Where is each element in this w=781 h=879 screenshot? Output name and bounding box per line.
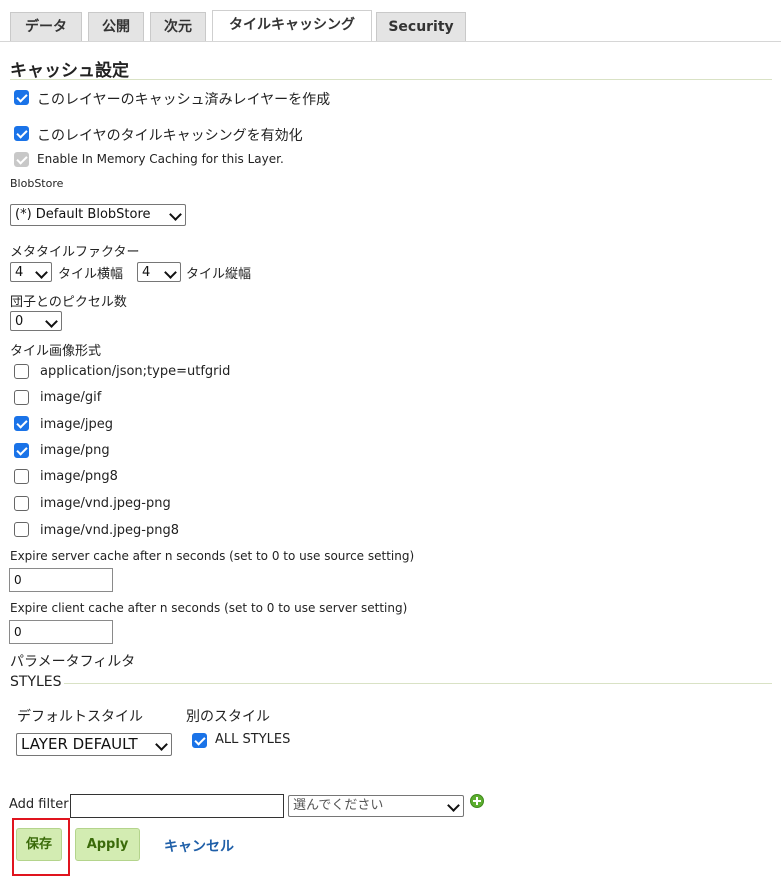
param-filter-label: パラメータフィルタ [10,654,136,670]
format-label: application/json;type=utfgrid [40,364,231,379]
tab-bar: データ 公開 次元 タイルキャッシング Security [0,0,781,42]
format-checkbox-png8[interactable] [14,469,29,484]
format-label: image/jpeg [40,417,113,432]
add-filter-icon[interactable] [470,794,484,808]
enable-tile-caching-checkbox[interactable] [14,126,29,141]
all-styles-label: ALL STYLES [215,732,291,747]
default-style-select[interactable]: LAYER DEFAULT [16,733,172,756]
gutter-value: 0 [15,314,24,329]
metatile-height-value: 4 [142,265,151,280]
blobstore-label: BlobStore [10,177,64,190]
chevron-down-icon [164,266,177,279]
default-style-label: デフォルトスタイル [17,709,143,725]
section-title-cache: キャッシュ設定 [10,61,129,81]
apply-button[interactable]: Apply [75,828,140,861]
format-label: image/vnd.jpeg-png [40,496,171,511]
format-checkbox-utfgrid[interactable] [14,364,29,379]
tab-data[interactable]: データ [10,12,82,41]
enable-in-memory-label: Enable In Memory Caching for this Layer. [37,152,284,166]
metatile-width-label: タイル横幅 [58,267,124,282]
format-checkbox-png[interactable] [14,443,29,458]
format-label: image/vnd.jpeg-png8 [40,523,180,538]
styles-title: STYLES [10,674,62,690]
tab-security[interactable]: Security [376,12,466,41]
server-expire-label: Expire server cache after n seconds (set… [10,549,415,563]
format-label: image/png [40,443,110,458]
gutter-select[interactable]: 0 [10,311,62,331]
chevron-down-icon [169,208,182,221]
chevron-down-icon [155,738,168,751]
filter-type-select[interactable]: 選んでください [288,795,464,817]
chevron-down-icon [447,799,460,812]
enable-tile-caching-label: このレイヤのタイルキャッシングを有効化 [37,128,303,144]
metatile-width-select[interactable]: 4 [10,262,52,282]
chevron-down-icon [35,266,48,279]
styles-divider [64,683,772,684]
alt-style-label: 別のスタイル [186,709,270,725]
format-checkbox-jpeg-png8[interactable] [14,522,29,537]
blobstore-select[interactable]: (*) Default BlobStore [10,204,186,226]
create-cached-layer-label: このレイヤーのキャッシュ済みレイヤーを作成 [37,92,331,108]
add-filter-input[interactable] [70,794,284,818]
add-filter-label: Add filter [9,797,69,812]
client-expire-label: Expire client cache after n seconds (set… [10,601,408,615]
tab-divider [0,41,781,42]
default-style-value: LAYER DEFAULT [21,735,138,753]
blobstore-select-value: (*) Default BlobStore [15,207,151,222]
metatile-width-value: 4 [15,265,24,280]
chevron-down-icon [45,315,58,328]
gutter-label: 団子とのピクセル数 [10,295,127,310]
highlight-box [12,818,70,876]
section-divider [10,79,772,80]
filter-type-placeholder: 選んでください [293,798,384,813]
enable-in-memory-checkbox [14,152,29,167]
metatile-height-select[interactable]: 4 [137,262,181,282]
all-styles-checkbox[interactable] [192,733,207,748]
tab-tile-caching[interactable]: タイルキャッシング [212,10,372,42]
create-cached-layer-checkbox[interactable] [14,90,29,105]
metatile-label: メタタイルファクター [10,245,140,260]
client-expire-input[interactable]: 0 [9,620,113,644]
format-checkbox-jpeg[interactable] [14,416,29,431]
format-checkbox-jpeg-png[interactable] [14,496,29,511]
cancel-link[interactable]: キャンセル [164,836,234,856]
formats-label: タイル画像形式 [10,344,102,359]
tab-publishing[interactable]: 公開 [88,12,144,41]
tab-dimensions[interactable]: 次元 [150,12,206,41]
format-label: image/png8 [40,469,118,484]
server-expire-input[interactable]: 0 [9,568,113,592]
metatile-height-label: タイル縦幅 [186,267,252,282]
format-checkbox-gif[interactable] [14,390,29,405]
format-label: image/gif [40,390,102,405]
